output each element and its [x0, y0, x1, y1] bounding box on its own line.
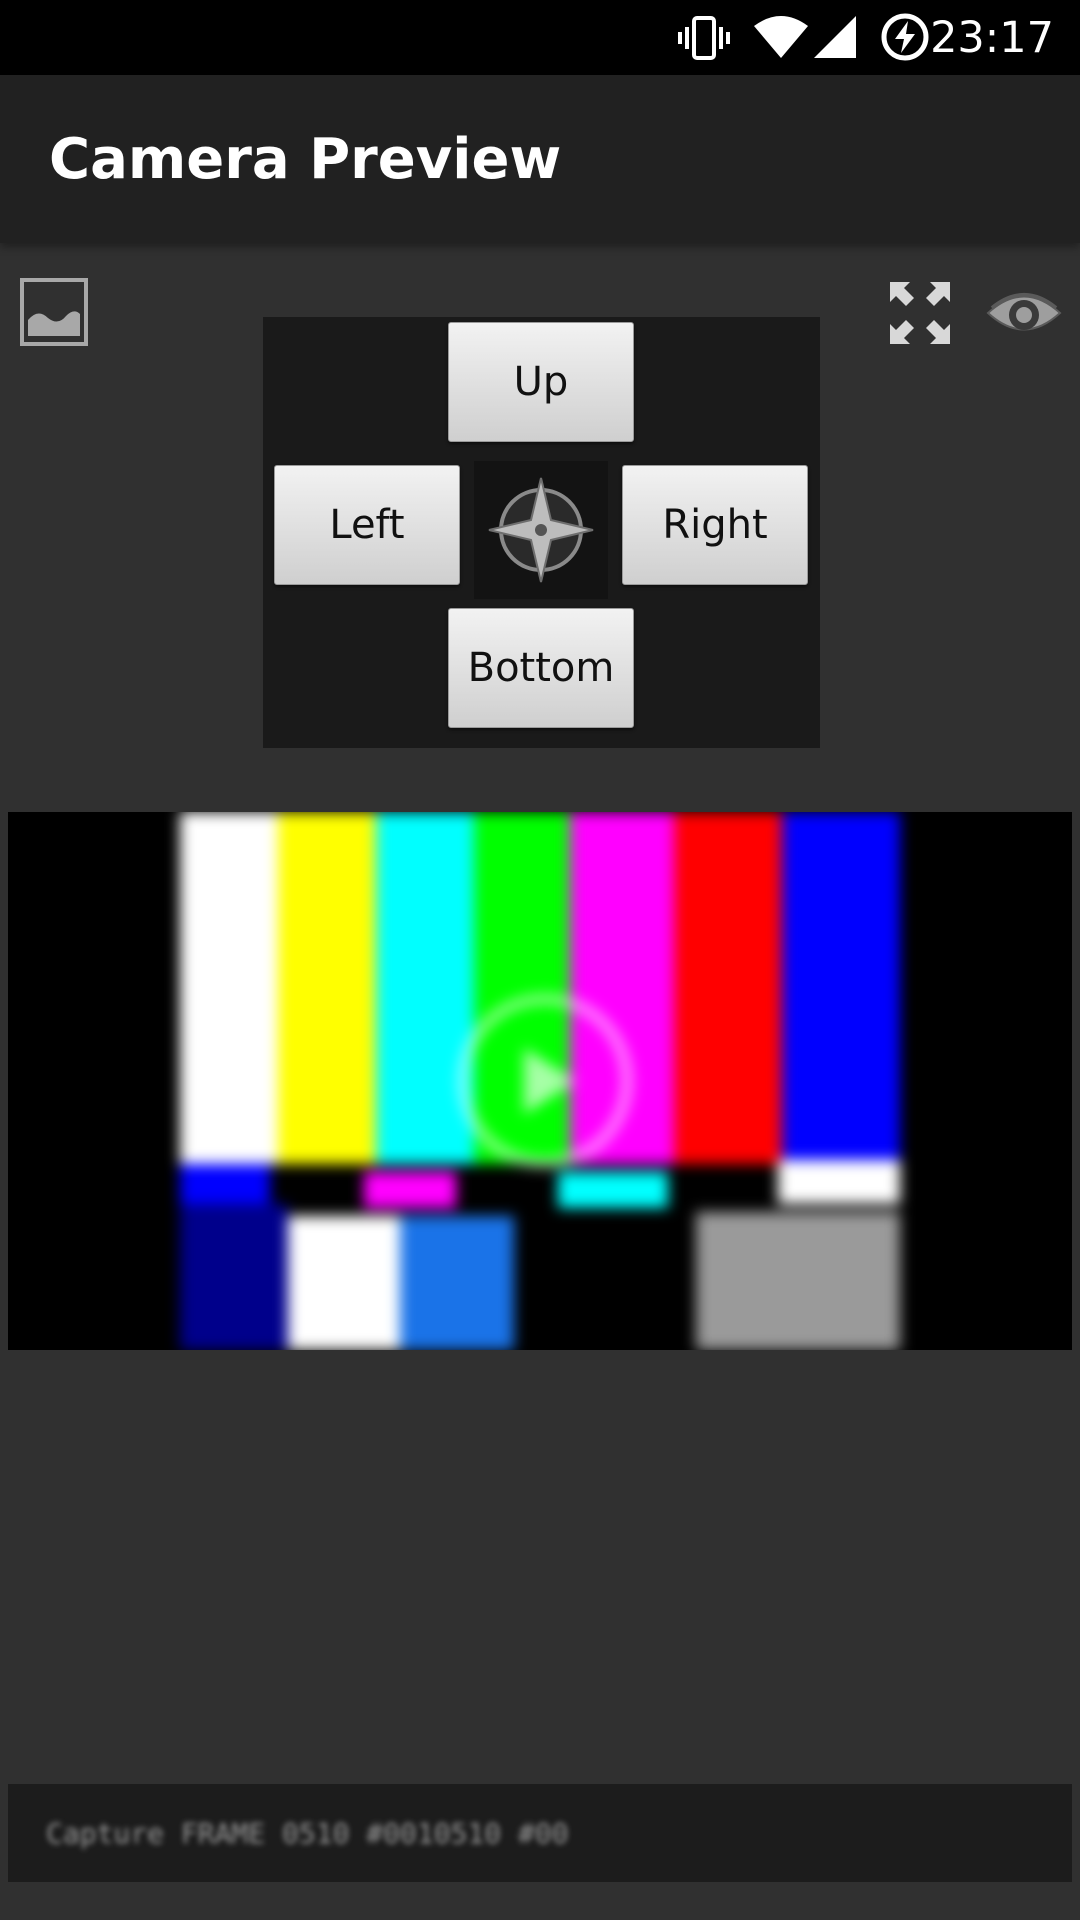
left-button[interactable]: Left	[274, 465, 460, 585]
color-bars-image	[8, 812, 1072, 1350]
strip-cyan	[558, 1172, 668, 1208]
bottom-button[interactable]: Bottom	[448, 608, 634, 728]
signal-icon	[814, 16, 856, 58]
compass-center[interactable]	[474, 461, 608, 599]
battery-charging-icon	[881, 13, 929, 61]
block-navy	[180, 1204, 288, 1350]
fullscreen-icon[interactable]	[888, 280, 952, 346]
eye-icon[interactable]	[986, 286, 1062, 340]
footer-info-bar: Capture FRAME 0510 #0010510 #00	[8, 1784, 1072, 1882]
image-icon[interactable]	[20, 278, 88, 346]
block-white	[288, 1216, 400, 1350]
camera-preview[interactable]	[8, 812, 1072, 1350]
vibrate-icon	[678, 16, 730, 60]
bar-red	[674, 812, 782, 1164]
strip-white	[778, 1160, 900, 1204]
strip-magenta	[364, 1172, 456, 1208]
status-bar: 23:17	[0, 0, 1080, 75]
block-azure	[400, 1216, 514, 1350]
bar-white	[180, 812, 278, 1164]
block-gray	[696, 1212, 900, 1350]
strip-blue	[180, 1164, 270, 1204]
bar-blue	[782, 812, 900, 1164]
bar-yellow	[278, 812, 376, 1164]
compass-icon	[488, 477, 594, 583]
footer-text: Capture FRAME 0510 #0010510 #00	[46, 1817, 569, 1850]
dpad-panel: Up Left Right Bottom	[263, 317, 820, 748]
status-time: 23:17	[930, 13, 1054, 63]
up-button[interactable]: Up	[448, 322, 634, 442]
page-title: Camera Preview	[49, 127, 562, 192]
right-button[interactable]: Right	[622, 465, 808, 585]
app-bar: Camera Preview	[0, 75, 1080, 243]
wifi-icon	[754, 16, 808, 58]
play-icon	[458, 994, 632, 1168]
